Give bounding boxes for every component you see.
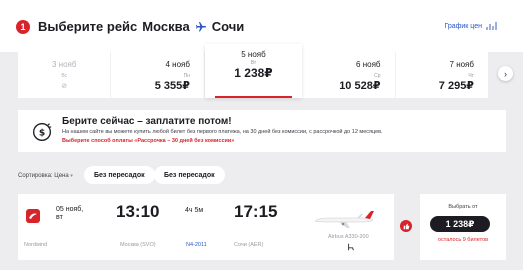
flight-number[interactable]: N4-2011 [186, 242, 207, 248]
departure-time: 13:10 [116, 202, 160, 221]
plane-icon [195, 21, 207, 33]
date-price: 5 355₽ [154, 80, 190, 92]
svg-text:$: $ [39, 127, 45, 138]
fare-card: Выбрать от 1 238₽ осталось 9 билетов [420, 194, 506, 260]
promo-text: На нашем сайте вы можете купить любой би… [62, 129, 383, 135]
step-badge: 1 [16, 20, 30, 34]
aircraft-type: Airbus A330-200 [328, 234, 369, 240]
flight-weekday: вт [56, 214, 63, 221]
arrival-time: 17:15 [234, 202, 278, 221]
date-cell[interactable]: 4 нояб Пн 5 355₽ [111, 52, 205, 98]
departure-airport: Москва (SVO) [120, 242, 156, 248]
airline-logo [26, 209, 40, 223]
thumbs-up-icon [400, 220, 412, 232]
date-cell[interactable]: 7 нояб Чт 7 295₽ [396, 52, 488, 98]
date-cell[interactable]: 6 нояб Ср 10 528₽ [302, 52, 396, 98]
date-cell-selected[interactable]: 5 нояб Вт 1 238₽ [204, 44, 303, 98]
date-label: 4 нояб [165, 60, 190, 69]
aircraft-image [314, 211, 374, 228]
sort-label: Сортировка: Цена [18, 173, 69, 179]
money-clock-icon: $ [33, 123, 52, 141]
date-label: 7 нояб [449, 60, 474, 69]
page-title: Выберите рейс Москва Сочи [38, 19, 244, 34]
date-label: 6 нояб [356, 60, 381, 69]
arrival-airport: Сочи (AER) [234, 242, 264, 248]
date-price: 10 528₽ [339, 80, 381, 92]
installment-promo: $ Берите сейчас – заплатите потом! На на… [18, 110, 506, 152]
date-price: 7 295₽ [438, 80, 474, 92]
promo-note: Выберите способ оплаты «Рассрочка – 30 д… [62, 138, 235, 144]
selected-indicator [214, 96, 293, 98]
date-label: 3 нояб [52, 60, 77, 69]
flight-date: 05 нояб, вт [56, 206, 90, 222]
price-graph-link[interactable]: График цен [444, 22, 497, 30]
filter-nonstop[interactable]: Без пересадок [84, 166, 155, 184]
from-city: Москва [142, 19, 190, 34]
flight-date-day: 05 нояб, [56, 206, 84, 213]
filter-nonstop-2[interactable]: Без пересадок [154, 166, 225, 184]
airline-name: Nordwind [24, 242, 48, 248]
seat-icon [348, 243, 354, 251]
chevron-right-icon[interactable]: › [498, 66, 513, 81]
choose-from-label: Выбрать от [448, 204, 478, 210]
sort-dropdown[interactable]: Сортировка: Цена ▾ [18, 173, 73, 179]
select-fare-button[interactable]: 1 238₽ [430, 216, 490, 232]
chevron-down-icon: ▾ [70, 173, 73, 179]
title-prefix: Выберите рейс [38, 19, 138, 34]
seats-left-label: осталось 9 билетов [437, 237, 489, 243]
weekday-label: Вс [61, 73, 68, 79]
bar-chart-icon [486, 22, 497, 30]
date-cell: 3 нояб Вс ⊘ [18, 52, 112, 98]
promo-title: Берите сейчас – заплатите потом! [62, 116, 232, 127]
date-selector: 3 нояб Вс ⊘ 4 нояб Пн 5 355₽ 5 нояб Вт 1… [18, 44, 488, 98]
date-label: 5 нояб [241, 50, 266, 59]
to-city: Сочи [211, 19, 245, 34]
flight-duration: 4ч 5м [185, 207, 204, 214]
date-price: 1 238₽ [234, 66, 273, 80]
flight-card[interactable]: 05 нояб, вт 13:10 4ч 5м 17:15 Nordwind М… [18, 194, 394, 260]
unavailable-icon: ⊘ [61, 83, 68, 90]
price-graph-label: График цен [444, 22, 482, 30]
